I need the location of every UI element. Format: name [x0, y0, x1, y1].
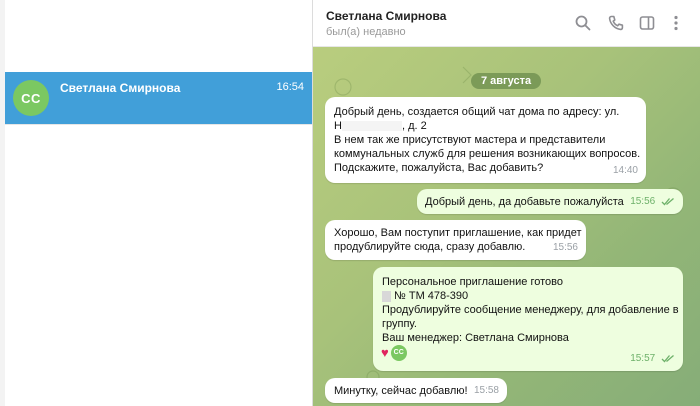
message-time: 15:58: [473, 385, 499, 396]
message-area[interactable]: 7 августа Добрый день, создается общий ч…: [313, 47, 700, 406]
more-icon[interactable]: [667, 14, 685, 32]
reaction-avatar: СС: [390, 345, 407, 361]
message-text: группу.: [382, 318, 417, 330]
message-time-wrap: 15:56: [630, 195, 675, 209]
double-check-icon: [661, 354, 674, 363]
message-text: Продублируйте сообщение менеджеру, для д…: [382, 304, 679, 316]
phone-icon[interactable]: [607, 14, 625, 32]
message-time: 14:40: [612, 165, 638, 176]
message-text: коммунальных служб для решения возникающ…: [334, 148, 641, 160]
date-separator: 7 августа: [471, 73, 542, 89]
message-text: № ТМ 478-390: [394, 290, 469, 302]
avatar: СС: [13, 80, 49, 116]
chat-status: был(а) недавно: [326, 26, 406, 38]
window-edge: [0, 0, 5, 406]
document-icon: [382, 290, 391, 302]
chat-header: Светлана Смирнова был(а) недавно: [313, 0, 700, 47]
message-text: Н , д. 2: [334, 119, 640, 133]
message-incoming[interactable]: Добрый день, создается общий чат дома по…: [325, 97, 646, 183]
search-icon[interactable]: [574, 14, 592, 32]
message-text: , д. 2: [401, 120, 427, 132]
message-text: В нем так же присутствуют мастера и пред…: [334, 134, 606, 146]
message-time-wrap: 15:57: [630, 352, 675, 366]
message-text: продублируйте сюда, сразу добавлю.: [334, 241, 526, 253]
chat-list-pane: СС Светлана Смирнова 16:54: [0, 0, 312, 406]
message-text: Персональное приглашение готово: [382, 276, 563, 288]
message-text: Ваш менеджер: Светлана Смирнова: [382, 332, 569, 344]
double-check-icon: [661, 197, 674, 206]
reaction[interactable]: ♥ СС: [381, 345, 407, 361]
message-time: 15:57: [630, 353, 656, 364]
message-incoming[interactable]: Минутку, сейчас добавлю! 15:58: [325, 378, 507, 403]
chat-title[interactable]: Светлана Смирнова: [326, 9, 446, 23]
message-outgoing[interactable]: Добрый день, да добавьте пожалуйста 15:5…: [417, 189, 683, 214]
message-text-wrap: № ТМ 478-390: [382, 289, 679, 303]
chat-list-item-name: Светлана Смирнова: [60, 81, 181, 95]
heart-icon: ♥: [381, 345, 389, 360]
message-time: 15:56: [552, 242, 578, 253]
message-incoming[interactable]: Хорошо, Вам поступит приглашение, как пр…: [325, 220, 586, 260]
chat-list-item-time: 16:54: [276, 81, 304, 93]
message-text: Минутку, сейчас добавлю!: [334, 385, 468, 397]
message-text: Добрый день, да добавьте пожалуйста: [425, 196, 624, 208]
message-outgoing[interactable]: Персональное приглашение готово № ТМ 478…: [373, 267, 683, 371]
message-text: Хорошо, Вам поступит приглашение, как пр…: [334, 227, 582, 239]
message-text: Н: [334, 120, 342, 132]
message-time: 15:56: [630, 196, 656, 207]
redacted-text: [341, 121, 402, 132]
chat-list-item-svetlana[interactable]: СС Светлана Смирнова 16:54: [5, 72, 312, 124]
list-divider: [5, 124, 312, 125]
message-text: Добрый день, создается общий чат дома по…: [334, 106, 620, 118]
sidebar-toggle-icon[interactable]: [638, 14, 656, 32]
message-text: Подскажите, пожалуйста, Вас добавить?: [334, 162, 544, 174]
